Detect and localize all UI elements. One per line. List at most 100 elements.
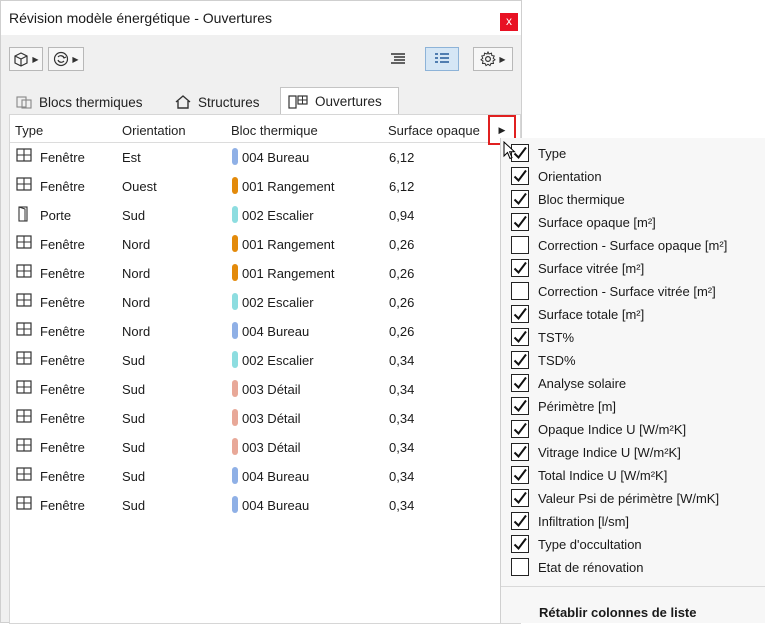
checkbox-checked[interactable]: [511, 374, 529, 392]
column-toggle-item[interactable]: Surface totale [m²]: [511, 303, 644, 325]
tab-ouvertures[interactable]: Ouvertures: [280, 87, 399, 115]
column-header-bloc-thermique[interactable]: Bloc thermique: [231, 123, 318, 138]
cell-orientation: Nord: [122, 237, 151, 252]
checkbox-checked[interactable]: [511, 213, 529, 231]
column-toggle-item[interactable]: TST%: [511, 326, 574, 348]
cell-surface-opaque: 0,34: [389, 498, 415, 513]
column-toggle-item[interactable]: Surface opaque [m²]: [511, 211, 656, 233]
dropdown-caret-icon: ▶: [32, 54, 39, 64]
bloc-color-swatch: [232, 351, 238, 368]
column-toggle-label: Bloc thermique: [538, 191, 625, 207]
column-toggle-item[interactable]: Vitrage Indice U [W/m²K]: [511, 441, 681, 463]
cell-surface-opaque: 0,34: [389, 440, 415, 455]
close-button[interactable]: x: [500, 13, 518, 31]
cell-orientation: Sud: [122, 469, 146, 484]
table-row[interactable]: Fenêtre Est 004 Bureau 6,12: [10, 145, 500, 171]
refresh-button[interactable]: ▶: [48, 47, 84, 71]
table-row[interactable]: Fenêtre Sud 004 Bureau 0,34: [10, 464, 500, 490]
building-3d-button[interactable]: ▶: [9, 47, 43, 71]
cell-orientation: Sud: [122, 353, 146, 368]
table-row[interactable]: Fenêtre Sud 003 Détail 0,34: [10, 406, 500, 432]
window-icon: [16, 380, 32, 397]
tab-blocs-thermiques[interactable]: Blocs thermiques: [9, 89, 167, 115]
checkbox-checked[interactable]: [511, 443, 529, 461]
cell-orientation: Nord: [122, 266, 151, 281]
table-row[interactable]: Fenêtre Sud 004 Bureau 0,34: [10, 493, 500, 519]
checkbox-checked[interactable]: [511, 190, 529, 208]
checkbox-checked[interactable]: [511, 305, 529, 323]
cell-surface-opaque: 6,12: [389, 179, 415, 194]
column-header-type[interactable]: Type: [15, 123, 43, 138]
energy-review-window: Révision modèle énergétique - Ouvertures…: [0, 0, 522, 624]
window-icon: [16, 293, 32, 310]
checkbox-checked[interactable]: [511, 328, 529, 346]
column-toggle-item[interactable]: Etat de rénovation: [511, 556, 644, 578]
column-toggle-item[interactable]: Correction - Surface opaque [m²]: [511, 234, 727, 256]
bloc-color-swatch: [232, 293, 238, 310]
table-row[interactable]: Fenêtre Ouest 001 Rangement 6,12: [10, 174, 500, 200]
column-toggle-item[interactable]: Correction - Surface vitrée [m²]: [511, 280, 716, 302]
checkbox-checked[interactable]: [511, 535, 529, 553]
cell-orientation: Sud: [122, 411, 146, 426]
tab-structures[interactable]: Structures: [168, 89, 278, 115]
settings-button[interactable]: ▶: [473, 47, 513, 71]
checkbox-checked[interactable]: [511, 351, 529, 369]
checkbox-checked[interactable]: [511, 420, 529, 438]
checkbox-checked[interactable]: [511, 489, 529, 507]
window-icon: [16, 351, 32, 368]
cell-type: Fenêtre: [40, 440, 85, 455]
table-row[interactable]: Porte Sud 002 Escalier 0,94: [10, 203, 500, 229]
cell-type: Fenêtre: [40, 179, 85, 194]
cell-bloc-thermique: 001 Rangement: [242, 179, 335, 194]
column-toggle-item[interactable]: Orientation: [511, 165, 602, 187]
column-toggle-item[interactable]: Bloc thermique: [511, 188, 625, 210]
table-row[interactable]: Fenêtre Sud 003 Détail 0,34: [10, 377, 500, 403]
checkbox-unchecked[interactable]: [511, 236, 529, 254]
checkbox-checked[interactable]: [511, 466, 529, 484]
checkbox-checked[interactable]: [511, 512, 529, 530]
column-header-orientation[interactable]: Orientation: [122, 123, 186, 138]
cell-surface-opaque: 0,94: [389, 208, 415, 223]
column-toggle-item[interactable]: Analyse solaire: [511, 372, 626, 394]
checkbox-unchecked[interactable]: [511, 558, 529, 576]
checkbox-unchecked[interactable]: [511, 282, 529, 300]
column-toggle-item[interactable]: Opaque Indice U [W/m²K]: [511, 418, 686, 440]
cell-bloc-thermique: 002 Escalier: [242, 353, 314, 368]
column-toggle-item[interactable]: Type: [511, 142, 566, 164]
cell-bloc-thermique: 002 Escalier: [242, 295, 314, 310]
column-header-surface-opaque[interactable]: Surface opaque: [388, 123, 488, 138]
column-toggle-item[interactable]: TSD%: [511, 349, 576, 371]
checkbox-checked[interactable]: [511, 259, 529, 277]
table-row[interactable]: Fenêtre Sud 003 Détail 0,34: [10, 435, 500, 461]
bloc-color-swatch: [232, 496, 238, 513]
checkbox-checked[interactable]: [511, 167, 529, 185]
list-detail-button[interactable]: [385, 47, 411, 71]
table-row[interactable]: Fenêtre Sud 002 Escalier 0,34: [10, 348, 500, 374]
table-row[interactable]: Fenêtre Nord 001 Rangement 0,26: [10, 232, 500, 258]
cell-bloc-thermique: 001 Rangement: [242, 237, 335, 252]
cell-orientation: Nord: [122, 324, 151, 339]
column-toggle-item[interactable]: Type d'occultation: [511, 533, 642, 555]
column-toggle-item[interactable]: Infiltration [l/sm]: [511, 510, 629, 532]
dropdown-caret-icon: ▶: [499, 54, 506, 64]
column-toggle-item[interactable]: Total Indice U [W/m²K]: [511, 464, 667, 486]
cell-orientation: Sud: [122, 440, 146, 455]
bloc-color-swatch: [232, 264, 238, 281]
cell-type: Porte: [40, 208, 72, 223]
table-row[interactable]: Fenêtre Nord 002 Escalier 0,26: [10, 290, 500, 316]
column-toggle-item[interactable]: Périmètre [m]: [511, 395, 616, 417]
cell-bloc-thermique: 004 Bureau: [242, 324, 310, 339]
table-row[interactable]: Fenêtre Nord 004 Bureau 0,26: [10, 319, 500, 345]
bloc-color-swatch: [232, 235, 238, 252]
reset-columns-menu-item[interactable]: Rétablir colonnes de liste: [539, 605, 697, 620]
checkbox-checked[interactable]: [511, 397, 529, 415]
column-toggle-item[interactable]: Valeur Psi de périmètre [W/mK]: [511, 487, 719, 509]
table-row[interactable]: Fenêtre Nord 001 Rangement 0,26: [10, 261, 500, 287]
cell-orientation: Sud: [122, 382, 146, 397]
cell-bloc-thermique: 001 Rangement: [242, 266, 335, 281]
bloc-color-swatch: [232, 148, 238, 165]
column-toggle-item[interactable]: Surface vitrée [m²]: [511, 257, 644, 279]
cell-type: Fenêtre: [40, 353, 85, 368]
column-toggle-label: TST%: [538, 329, 575, 345]
list-view-button[interactable]: [425, 47, 459, 71]
